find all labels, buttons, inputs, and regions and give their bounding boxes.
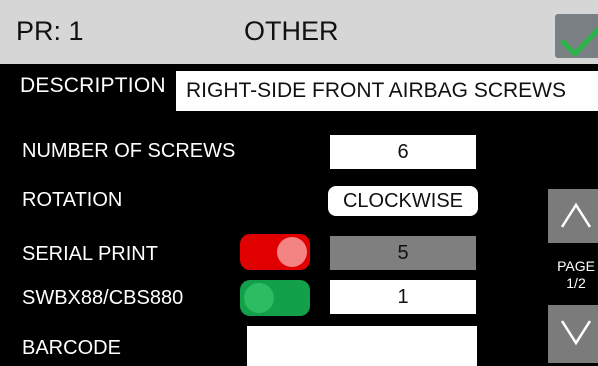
page-down-button[interactable] [548, 305, 598, 363]
rotation-label: ROTATION [22, 189, 123, 211]
screws-count-field[interactable]: 6 [330, 135, 476, 169]
page-position: 1/2 [566, 275, 586, 291]
page-label: PAGE [557, 258, 595, 274]
description-label: DESCRIPTION [20, 74, 166, 97]
screen: PR: 1 OTHER DESCRIPTION RIGHT-SIDE FRONT… [0, 0, 598, 366]
description-field[interactable]: RIGHT-SIDE FRONT AIRBAG SCREWS [176, 71, 598, 111]
barcode-label: BARCODE [22, 337, 121, 359]
swbx-toggle[interactable] [240, 280, 310, 316]
barcode-field[interactable] [247, 326, 477, 366]
toggle-knob [244, 283, 274, 313]
header-bar: PR: 1 OTHER [0, 0, 598, 64]
rotation-button[interactable]: CLOCKWISE [328, 186, 478, 216]
checkmark-icon [560, 25, 598, 57]
swbx-label: SWBX88/CBS880 [22, 287, 184, 309]
toggle-knob [277, 237, 307, 267]
mode-title: OTHER [244, 16, 339, 46]
serial-print-label: SERIAL PRINT [22, 243, 158, 265]
program-number: PR: 1 [16, 16, 84, 46]
serial-print-toggle[interactable] [240, 234, 310, 270]
swbx-field[interactable]: 1 [330, 280, 476, 314]
chevron-up-icon [560, 202, 592, 228]
chevron-down-icon [560, 320, 592, 346]
serial-print-field[interactable]: 5 [330, 236, 476, 270]
page-up-button[interactable] [548, 189, 598, 243]
page-indicator: PAGE 1/2 [546, 258, 598, 292]
screws-label: NUMBER OF SCREWS [22, 140, 236, 162]
confirm-button[interactable] [555, 14, 598, 58]
